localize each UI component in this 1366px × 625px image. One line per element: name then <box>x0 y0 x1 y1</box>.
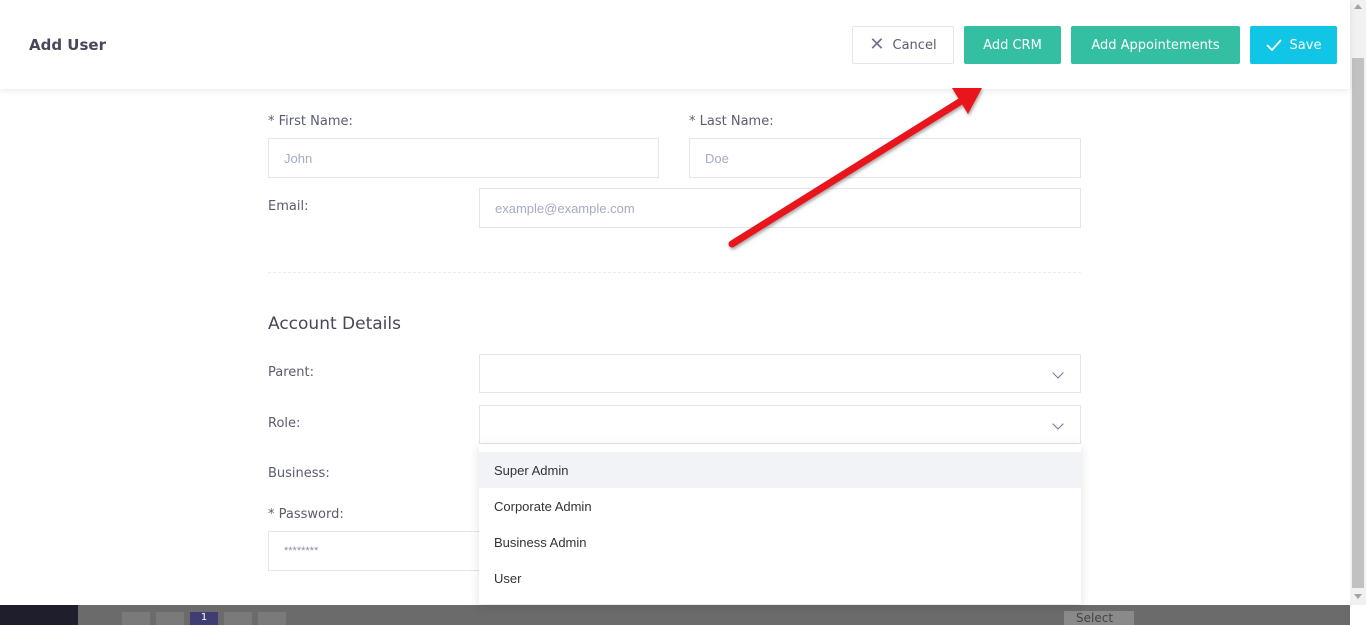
pagination-page-current[interactable]: 1 <box>190 612 218 625</box>
first-name-label: * First Name: <box>268 114 353 129</box>
scroll-down-arrow-icon[interactable] <box>1354 594 1362 599</box>
chevron-down-icon <box>1052 418 1064 430</box>
role-option-super-admin[interactable]: Super Admin <box>479 452 1081 488</box>
pagination-first-button[interactable] <box>122 612 150 625</box>
account-details-heading: Account Details <box>268 314 401 334</box>
email-label: Email: <box>268 199 309 214</box>
add-appointments-button[interactable]: Add Appointements <box>1071 26 1240 64</box>
parent-select[interactable] <box>479 354 1081 393</box>
password-input[interactable]: ******** <box>268 531 488 571</box>
parent-label: Parent: <box>268 365 314 380</box>
password-label: * Password: <box>268 507 344 522</box>
role-dropdown-menu: Super Admin Corporate Admin Business Adm… <box>479 444 1081 604</box>
save-button[interactable]: Save <box>1250 26 1337 64</box>
add-crm-button-label: Add CRM <box>983 37 1042 53</box>
section-divider <box>268 272 1081 273</box>
role-option-business-admin[interactable]: Business Admin <box>479 524 1081 560</box>
role-label: Role: <box>268 416 301 431</box>
role-option-user[interactable]: User <box>479 560 1081 596</box>
check-icon <box>1265 39 1282 51</box>
page-size-select[interactable]: Select <box>1064 611 1134 625</box>
business-label: Business: <box>268 466 330 481</box>
add-crm-button[interactable]: Add CRM <box>964 26 1061 64</box>
annotation-arrow-icon <box>728 88 982 248</box>
pagination-last-button[interactable] <box>258 612 286 625</box>
add-appointments-button-label: Add Appointements <box>1091 37 1220 53</box>
first-name-input[interactable]: John <box>268 138 659 178</box>
page-title: Add User <box>29 36 106 54</box>
pagination-next-button[interactable] <box>224 612 252 625</box>
cancel-button[interactable]: ✕ Cancel <box>852 26 954 64</box>
page-header: Add User ✕ Cancel Add CRM Add Appointeme… <box>0 0 1350 89</box>
role-option-corporate-admin[interactable]: Corporate Admin <box>479 488 1081 524</box>
background-sidebar <box>0 605 78 625</box>
save-button-label: Save <box>1289 37 1322 53</box>
close-icon: ✕ <box>869 34 885 55</box>
scrollbar-thumb[interactable] <box>1352 58 1364 588</box>
scroll-up-arrow-icon[interactable] <box>1354 4 1362 9</box>
pagination-prev-button[interactable] <box>156 612 184 625</box>
chevron-down-icon <box>1052 367 1064 379</box>
role-select[interactable] <box>479 405 1081 444</box>
cancel-button-label: Cancel <box>892 37 937 53</box>
